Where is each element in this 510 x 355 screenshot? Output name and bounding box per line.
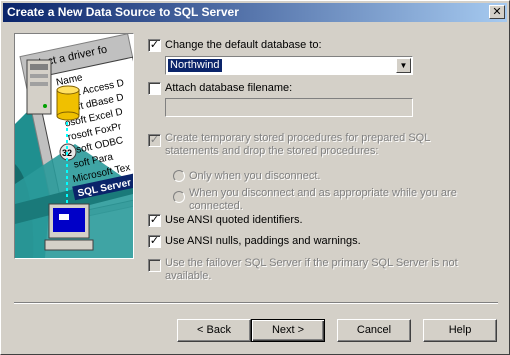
close-button[interactable]: ✕ (489, 5, 505, 19)
attach-database-input[interactable] (165, 98, 413, 117)
ansi-nulls-label: Use ANSI nulls, paddings and warnings. (165, 235, 361, 247)
checkmark-icon: ✓ (149, 235, 160, 247)
title-bar: Create a New Data Source to SQL Server ✕ (3, 3, 507, 22)
checkmark-icon: ✓ (149, 39, 160, 51)
cancel-button[interactable]: Cancel (337, 319, 411, 342)
close-icon: ✕ (492, 6, 502, 18)
disconnect-appropriate-radio[interactable] (173, 191, 185, 203)
only-disconnect-label: Only when you disconnect. (189, 170, 321, 182)
ansi-quoted-label: Use ANSI quoted identifiers. (165, 214, 303, 226)
attach-database-checkbox[interactable] (148, 82, 161, 95)
failover-label: Use the failover SQL Server if the prima… (165, 257, 458, 282)
back-button[interactable]: < Back (177, 319, 251, 342)
chevron-down-icon: ▼ (399, 61, 408, 70)
failover-checkbox[interactable] (148, 259, 161, 272)
help-button[interactable]: Help (423, 319, 497, 342)
change-database-checkbox[interactable]: ✓ (148, 39, 161, 52)
window-title: Create a New Data Source to SQL Server (7, 5, 239, 19)
only-disconnect-radio[interactable] (173, 170, 185, 182)
ansi-quoted-checkbox[interactable]: ✓ (148, 214, 161, 227)
default-database-value: Northwind (168, 59, 222, 72)
illustration-graphic: Select a driver fo Name osoft Access D o… (15, 34, 133, 258)
next-button[interactable]: Next > (251, 319, 325, 342)
database-icon (56, 85, 80, 121)
ansi-nulls-checkbox[interactable]: ✓ (148, 235, 161, 248)
checkmark-icon: ✓ (149, 214, 160, 226)
dropdown-button[interactable]: ▼ (396, 58, 411, 73)
dialog-window: Create a New Data Source to SQL Server ✕… (0, 0, 510, 355)
default-database-select[interactable]: Northwind ▼ (165, 56, 413, 75)
wizard-illustration: Select a driver fo Name osoft Access D o… (14, 33, 134, 259)
computer-icon (44, 203, 94, 251)
create-temp-procedures-label: Create temporary stored procedures for p… (165, 132, 430, 157)
attach-database-label: Attach database filename: (165, 82, 293, 94)
disconnect-appropriate-label: When you disconnect and as appropriate w… (189, 187, 457, 212)
change-database-label: Change the default database to: (165, 39, 322, 51)
footer-separator (14, 302, 498, 304)
create-temp-procedures-checkbox[interactable]: ✓ (148, 134, 161, 147)
checkmark-icon: ✓ (149, 134, 160, 146)
server-icon (26, 59, 52, 115)
